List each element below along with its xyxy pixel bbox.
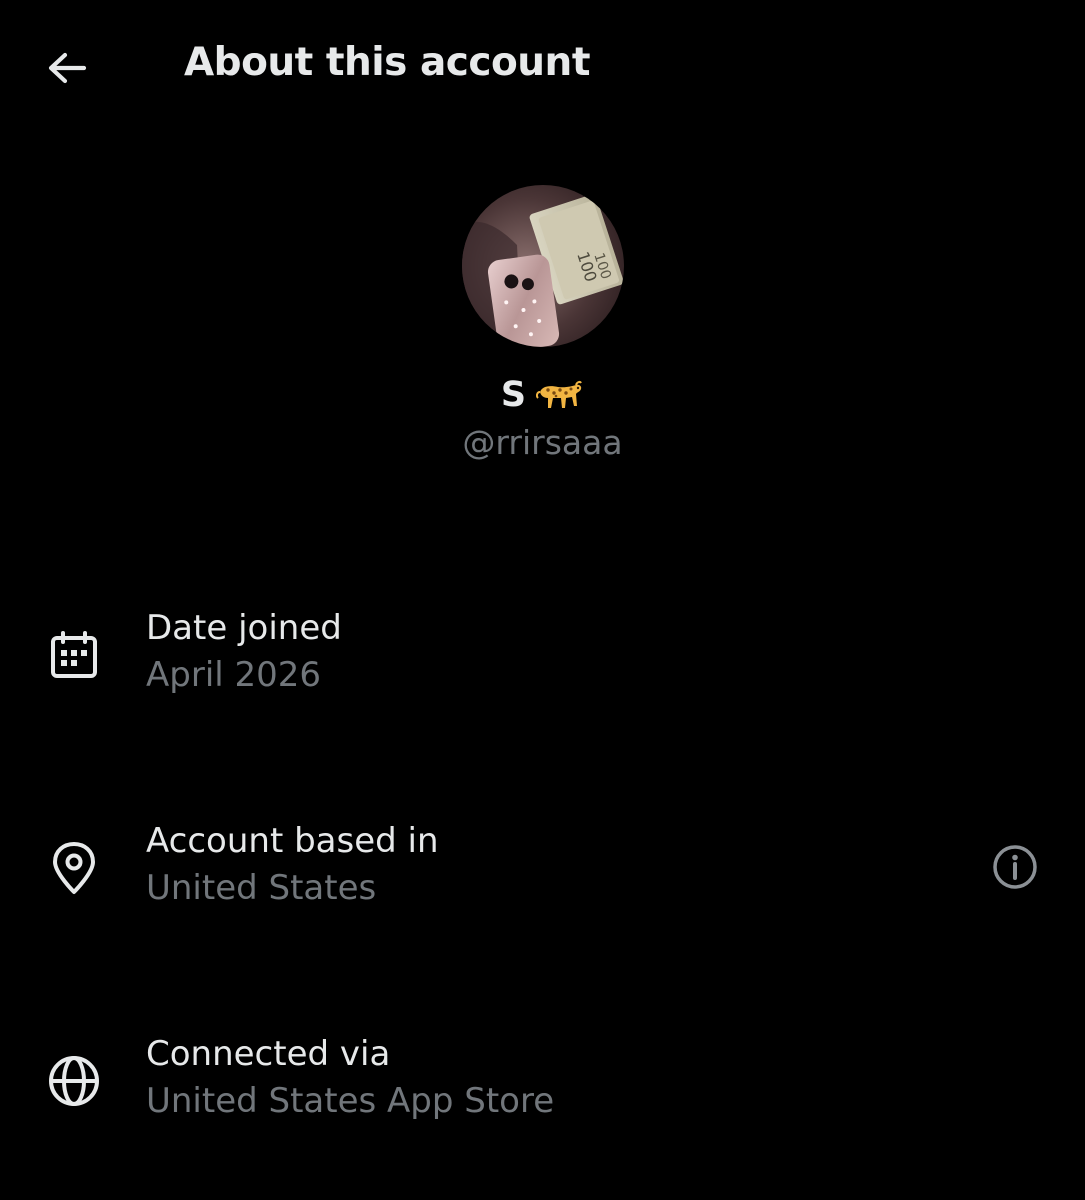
leopard-emoji bbox=[536, 380, 583, 408]
account-based-in-value: United States bbox=[146, 868, 377, 908]
account-based-in-text: Account based in United States bbox=[146, 819, 439, 913]
display-name: S bbox=[500, 375, 527, 415]
connected-via-value: United States App Store bbox=[146, 1081, 555, 1121]
date-joined-icon-wrap bbox=[40, 621, 108, 689]
date-joined-text: Date joined April 2026 bbox=[146, 606, 342, 700]
page-title: About this account bbox=[184, 40, 590, 85]
connected-via-row: Connected via United States App Store bbox=[0, 1026, 1085, 1136]
connected-via-label: Connected via bbox=[146, 1034, 391, 1074]
calendar-icon bbox=[51, 631, 97, 678]
avatar[interactable]: 100 100 bbox=[461, 185, 624, 347]
back-button[interactable] bbox=[36, 42, 98, 94]
username-handle: @rrirsaaa bbox=[462, 423, 623, 462]
top-bar: About this account bbox=[0, 0, 1085, 135]
globe-icon bbox=[49, 1056, 99, 1106]
date-joined-value: April 2026 bbox=[146, 655, 322, 695]
connected-via-text: Connected via United States App Store bbox=[146, 1032, 554, 1126]
arrow-left-icon bbox=[48, 52, 87, 84]
connected-via-icon-wrap bbox=[40, 1047, 108, 1115]
location-pin-icon bbox=[53, 842, 95, 894]
date-joined-label: Date joined bbox=[146, 608, 342, 648]
date-joined-row: Date joined April 2026 bbox=[0, 600, 1085, 710]
info-icon bbox=[993, 845, 1037, 889]
account-based-in-info-button[interactable] bbox=[985, 837, 1045, 897]
account-based-in-row: Account based in United States bbox=[0, 813, 1085, 923]
avatar-image: 100 100 bbox=[461, 185, 624, 347]
profile-summary: 100 100 S @rrirsaaa bbox=[0, 185, 1085, 462]
display-name-row: S bbox=[0, 373, 1085, 417]
account-based-in-icon-wrap bbox=[40, 834, 108, 902]
account-based-in-label: Account based in bbox=[146, 821, 439, 861]
